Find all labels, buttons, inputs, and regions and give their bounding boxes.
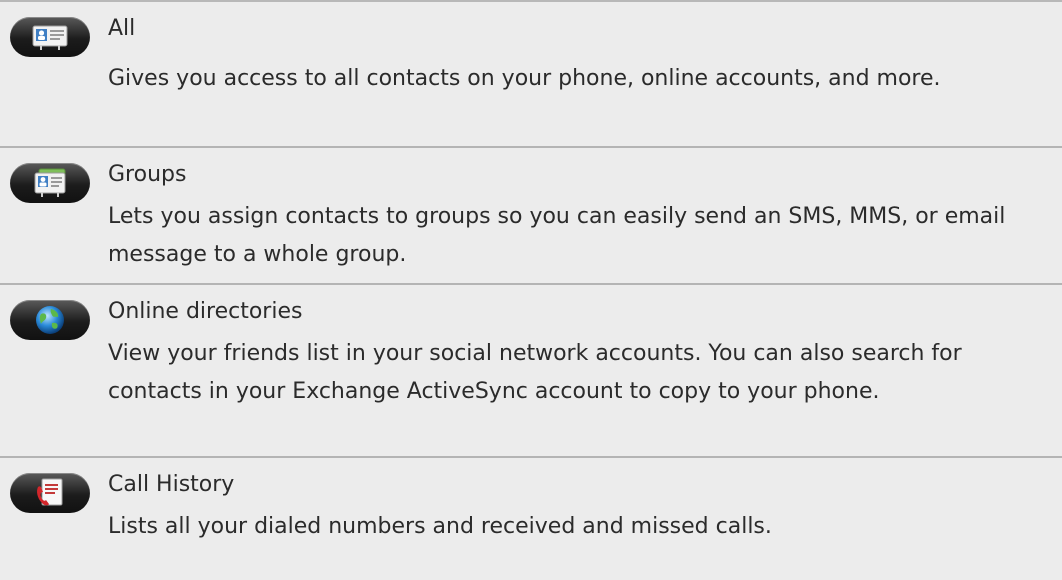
item-title: Groups (108, 162, 187, 187)
contacts-card-icon (10, 17, 90, 57)
item-description: Gives you access to all contacts on your… (108, 66, 941, 91)
item-description: Lets you assign contacts to groups so yo… (108, 204, 1006, 267)
item-title: Call History (108, 472, 235, 497)
list-item-call-history: Call History Lists all your dialed numbe… (0, 456, 1062, 580)
list-item-groups: Groups Lets you assign contacts to group… (0, 146, 1062, 283)
contact-groups-icon (10, 163, 90, 203)
item-description: View your friends list in your social ne… (108, 341, 962, 404)
call-history-icon (10, 473, 90, 513)
item-description: Lists all your dialed numbers and receiv… (108, 514, 772, 539)
tab-description-list: All Gives you access to all contacts on … (0, 0, 1062, 580)
item-title: All (108, 16, 136, 41)
globe-icon (10, 300, 90, 340)
list-item-all: All Gives you access to all contacts on … (0, 0, 1062, 146)
list-item-online-directories: Online directories View your friends lis… (0, 283, 1062, 456)
item-title: Online directories (108, 299, 303, 324)
